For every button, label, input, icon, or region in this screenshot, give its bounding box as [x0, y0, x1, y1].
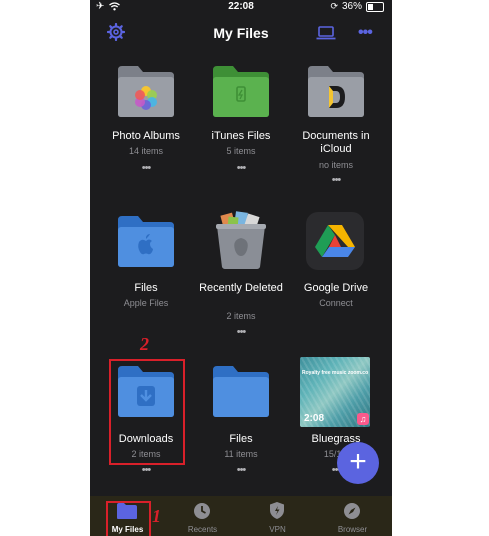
item-label: Files: [134, 282, 158, 294]
item-label: Google Drive: [303, 282, 369, 294]
tab-label: VPN: [269, 525, 286, 534]
video-thumbnail: Royalty free music zoom.com 2:08 ♫: [300, 357, 370, 427]
more-dots-icon[interactable]: •••: [232, 163, 250, 174]
nav-header: My Files •••: [90, 18, 392, 48]
shield-icon: [270, 502, 284, 519]
item-sub: 14 items: [128, 146, 163, 156]
item-sub: 11 items: [224, 449, 258, 459]
more-dots-icon[interactable]: •••: [327, 175, 345, 186]
highlight-downloads: [109, 359, 185, 465]
more-icon[interactable]: •••: [358, 24, 373, 42]
tab-label: Browser: [337, 525, 368, 534]
google-drive-tile: [306, 212, 364, 270]
item-label: iTunes Files: [211, 130, 271, 142]
item-sub: no items: [318, 160, 353, 170]
tab-recents[interactable]: Recents: [165, 496, 240, 536]
folder-icon: [213, 66, 269, 117]
battery-icon: [366, 1, 384, 12]
status-bar: ✈ 22:08 ⟳ 36%: [90, 0, 392, 14]
compass-icon: [344, 503, 360, 519]
more-dots-icon[interactable]: •••: [137, 163, 155, 174]
video-duration: 2:08: [304, 413, 325, 424]
more-dots-icon[interactable]: •••: [137, 465, 155, 476]
add-button[interactable]: +: [337, 442, 379, 484]
item-label: Files: [229, 433, 253, 445]
laptop-icon[interactable]: [316, 26, 336, 40]
music-note-icon: ♫: [357, 413, 369, 425]
thumbnail-caption: Royalty free music zoom.com: [302, 370, 368, 376]
phone-screen: ✈ 22:08 ⟳ 36% My Files ••• Photo Albums …: [90, 0, 392, 536]
clock-icon: [194, 503, 210, 519]
battery-percent: 36%: [341, 1, 362, 12]
item-label: Documents in iCloud: [302, 130, 370, 155]
orientation-lock-icon: ⟳: [330, 1, 338, 11]
google-drive-icon: [315, 225, 355, 257]
tab-label: Recents: [187, 525, 218, 534]
item-label: Bluegrass: [311, 433, 361, 445]
folder-icon: [118, 66, 174, 117]
more-dots-icon[interactable]: •••: [232, 465, 250, 476]
trash-icon: [216, 211, 266, 269]
step-number-2: 2: [140, 334, 149, 354]
tab-vpn[interactable]: VPN: [240, 496, 315, 536]
item-label: Recently Deleted: [199, 282, 283, 294]
folder-icon: [118, 216, 174, 267]
item-label: Photo Albums: [112, 130, 180, 142]
item-sub: Apple Files: [123, 298, 169, 308]
tab-browser[interactable]: Browser: [315, 496, 390, 536]
folder-icon: [308, 66, 364, 117]
item-sub: Connect: [319, 298, 353, 308]
step-number-1: 1: [152, 506, 161, 526]
more-dots-icon[interactable]: •••: [232, 327, 250, 338]
item-sub: 5 items: [226, 146, 256, 156]
item-sub: 2 items: [226, 311, 256, 321]
plus-icon: +: [349, 445, 367, 478]
highlight-my-files-tab: [106, 501, 151, 536]
page-title: My Files: [213, 25, 269, 41]
folder-icon: [213, 366, 269, 417]
